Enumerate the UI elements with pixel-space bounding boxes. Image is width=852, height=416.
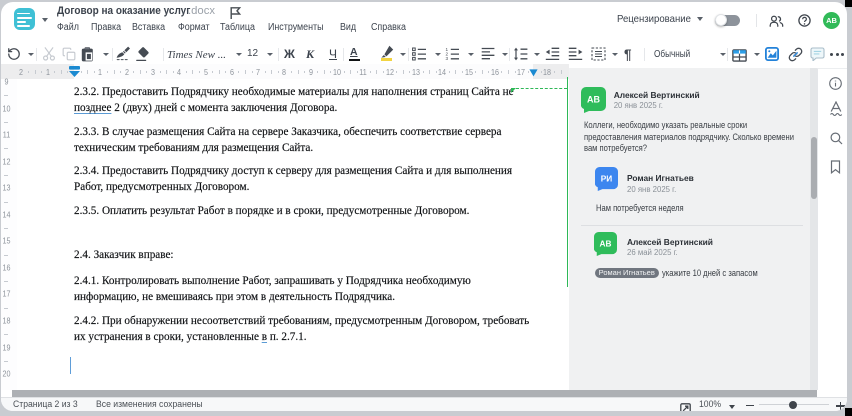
- svg-text:РИ: РИ: [601, 174, 613, 183]
- svg-text:АВ: АВ: [600, 239, 612, 248]
- svg-text:3: 3: [446, 56, 449, 61]
- svg-text:АВ: АВ: [587, 95, 600, 105]
